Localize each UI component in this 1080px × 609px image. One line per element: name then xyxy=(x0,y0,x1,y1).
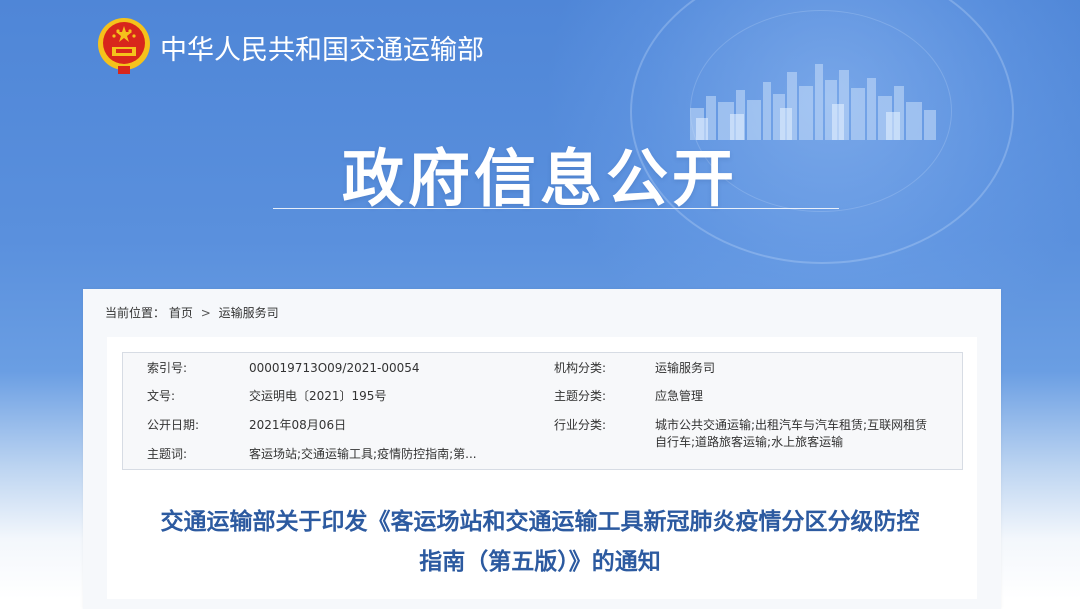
meta-org-value: 运输服务司 xyxy=(655,361,716,375)
meta-industry-value: 城市公共交通运输;出租汽车与汽车租赁;互联网租赁自行车;道路旅客运输;水上旅客运… xyxy=(655,418,928,449)
meta-keywords-value: 客运场站;交通运输工具;疫情防控指南;第... xyxy=(249,447,477,461)
hero-title: 政府信息公开 xyxy=(341,142,738,215)
meta-date-label: 公开日期: xyxy=(147,418,200,432)
breadcrumb-separator: > xyxy=(200,306,211,320)
meta-docno-label: 文号: xyxy=(147,389,176,403)
national-emblem-icon xyxy=(98,18,150,74)
meta-industry-label: 行业分类: xyxy=(554,418,607,432)
breadcrumb-label: 当前位置： xyxy=(105,306,166,320)
document-title-line1: 交通运输部关于印发《客运场站和交通运输工具新冠肺炎疫情分区分级防控 xyxy=(160,509,920,535)
meta-org-label: 机构分类: xyxy=(554,361,607,375)
document-title-line2: 指南（第五版）》的通知 xyxy=(419,549,661,575)
hero-divider xyxy=(273,208,839,209)
meta-index-value: 000019713O09/2021-00054 xyxy=(249,361,420,375)
meta-topic-label: 主题分类: xyxy=(554,389,607,403)
meta-docno-value: 交运明电〔2021〕195号 xyxy=(249,389,387,403)
meta-topic-value: 应急管理 xyxy=(655,389,704,403)
meta-keywords-label: 主题词: xyxy=(147,447,188,461)
meta-index-label: 索引号: xyxy=(147,361,188,375)
breadcrumb-home-link[interactable]: 首页 xyxy=(169,304,193,321)
site-title[interactable]: 中华人民共和国交通运输部 xyxy=(160,28,484,67)
meta-date-value: 2021年08月06日 xyxy=(249,418,347,432)
breadcrumb-department-link[interactable]: 运输服务司 xyxy=(219,304,279,321)
breadcrumb: 当前位置： 首页 > 运输服务司 xyxy=(105,304,279,321)
